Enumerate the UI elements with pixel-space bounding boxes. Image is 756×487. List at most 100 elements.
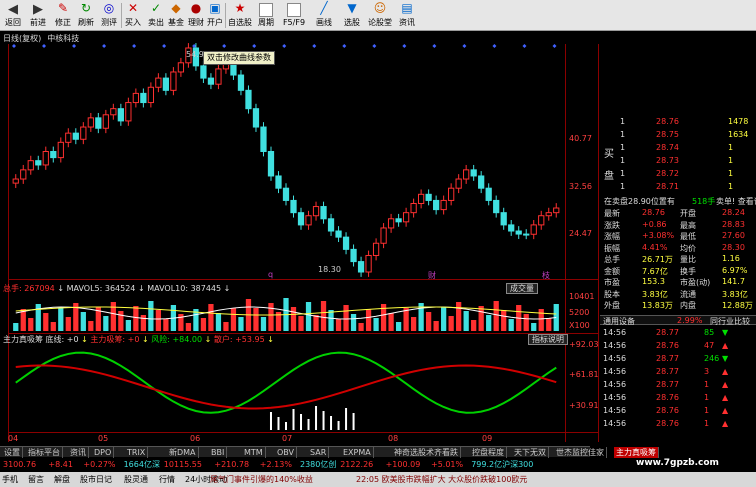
price-axis-label: 40.77 — [569, 134, 592, 143]
indicator-tab[interactable]: 指标平台 — [26, 447, 63, 458]
tick-row: 14:56 28.76 1 ▲ — [600, 393, 756, 403]
volume-bar — [110, 302, 116, 331]
volume-bar — [486, 315, 492, 331]
order-book-row[interactable]: 1 28.76 1478 — [600, 117, 756, 127]
quote-value: 4.41% — [642, 242, 668, 252]
quote-value: 28.30 — [722, 242, 745, 252]
status-item[interactable]: 解盘 — [54, 472, 70, 487]
volume-bar — [103, 316, 109, 331]
quote-value: 28.76 — [642, 208, 665, 217]
volume-bar — [253, 308, 259, 331]
volume-indicator-button[interactable]: 成交量 — [506, 283, 538, 294]
order-note[interactable]: 在卖盘28.90位置有 518手 卖单! 查看详细 — [600, 196, 756, 206]
event-diamond[interactable] — [372, 44, 377, 48]
status-item[interactable]: 留言 — [28, 472, 44, 487]
event-diamond[interactable] — [102, 44, 107, 48]
event-diamond[interactable] — [252, 44, 257, 48]
tick-price: 28.76 — [656, 406, 679, 415]
event-diamond[interactable] — [522, 44, 527, 48]
event-diamond[interactable] — [162, 44, 167, 48]
indicator-tab[interactable]: 设置 — [2, 447, 23, 458]
price-axis-label: 24.47 — [569, 229, 592, 238]
order-book-row[interactable]: 1 28.73 1 — [600, 156, 756, 166]
status-item[interactable]: 股灵通 — [124, 472, 148, 487]
indicator-tab[interactable]: 世杰监控佳家 — [554, 447, 607, 458]
candle-body — [140, 92, 147, 104]
indicator-help-button[interactable]: 指标说明 — [528, 334, 568, 345]
volume-bar — [43, 313, 49, 331]
news-headline[interactable]: 尾气门事件引爆的140%收益 — [210, 472, 313, 487]
indicator-tab[interactable]: OBV — [275, 447, 298, 458]
quote-value: 28.83 — [722, 219, 745, 229]
indicator-tab[interactable]: SAR — [308, 447, 330, 458]
quote-label: 换手 — [680, 266, 696, 276]
event-diamond[interactable] — [222, 44, 227, 48]
event-diamond[interactable] — [132, 44, 137, 48]
volume-bar — [328, 310, 334, 331]
event-diamond[interactable] — [402, 44, 407, 48]
volume-bar — [501, 310, 507, 331]
indicator-tab[interactable]: 资讯 — [68, 447, 89, 458]
indicator-tab[interactable]: DPO — [92, 447, 115, 458]
ticker-value: +2.13% — [259, 460, 292, 469]
news-headline[interactable]: 22:05 欧美股市跌幅扩大 大众股价跌破100欧元 — [356, 472, 527, 487]
status-item[interactable]: 手机 — [2, 472, 18, 487]
peer-compare-link[interactable]: 同行业比较 — [710, 316, 750, 327]
indicator-tab[interactable]: BBI — [209, 447, 228, 458]
event-diamond[interactable] — [492, 44, 497, 48]
volume-bar — [426, 312, 432, 331]
quote-label: 外盘 — [604, 301, 620, 310]
order-book-row[interactable]: 1 28.72 1 — [600, 169, 756, 179]
event-diamond[interactable] — [432, 44, 437, 48]
status-item[interactable]: 行情 — [159, 472, 175, 487]
order-level: 1 — [620, 130, 626, 139]
ticker-value: 3100.76 — [3, 460, 37, 469]
indicator-tab[interactable]: 控盘程度 — [470, 447, 507, 458]
order-book-row[interactable]: 1 28.74 1 — [600, 143, 756, 153]
event-marker[interactable]: 财 — [428, 270, 436, 281]
indicator-tab[interactable]: 天下无双 — [512, 447, 549, 458]
accumulation-bar — [307, 419, 310, 430]
ticker-value: 799.2亿沪深300 — [471, 460, 534, 469]
candle-body — [380, 227, 387, 244]
candle-body — [485, 187, 492, 201]
event-diamond[interactable] — [312, 44, 317, 48]
volume-bar — [35, 304, 41, 331]
event-diamond[interactable] — [12, 44, 16, 48]
indicator-tab[interactable]: MTM — [242, 447, 266, 458]
volume-bar — [58, 308, 64, 331]
event-marker[interactable]: 枝 — [542, 270, 550, 281]
candle-body — [463, 169, 470, 180]
order-book-row[interactable]: 1 28.75 1634 — [600, 130, 756, 140]
status-item[interactable]: 股市日记 — [80, 472, 112, 487]
event-diamond[interactable] — [42, 44, 47, 48]
event-diamond[interactable] — [552, 44, 557, 48]
quote-value: +3.08% — [642, 231, 675, 240]
volume-bar — [118, 311, 124, 331]
event-diamond[interactable] — [462, 44, 467, 48]
candle-body — [282, 187, 290, 201]
quote-label: 市盈 — [604, 278, 620, 287]
order-volume: 1 — [728, 143, 734, 152]
indicator-tab[interactable]: 神奇选股术齐看跌 — [392, 447, 461, 458]
arrow-up-icon: ▲ — [722, 393, 729, 402]
indicator-tab[interactable]: EXPMA — [341, 447, 374, 458]
candle-body — [478, 175, 485, 189]
quote-label: 最高 — [680, 220, 696, 230]
ticker-value: 2122.26 — [340, 460, 374, 469]
quote-label: 最低 — [680, 232, 696, 241]
indicator-tab[interactable]: 主力真吸筹 — [614, 447, 659, 458]
tick-volume: 47 — [704, 341, 715, 350]
tooltip: 双击修改曲线参数 — [203, 51, 275, 65]
event-diamond[interactable] — [282, 44, 287, 48]
tick-price: 28.77 — [656, 354, 679, 363]
indicator-tab[interactable]: TRIX — [125, 447, 149, 458]
event-diamond[interactable] — [342, 44, 347, 48]
quote-label: 振幅 — [604, 243, 620, 253]
indicator-tab[interactable]: 新DMA — [167, 447, 199, 458]
event-diamond[interactable] — [72, 44, 77, 48]
indicator-axis-label: +61.81 — [569, 370, 599, 379]
order-book-row[interactable]: 1 28.71 1 — [600, 182, 756, 192]
volume-bar — [155, 310, 162, 331]
event-marker[interactable]: q — [268, 270, 273, 279]
